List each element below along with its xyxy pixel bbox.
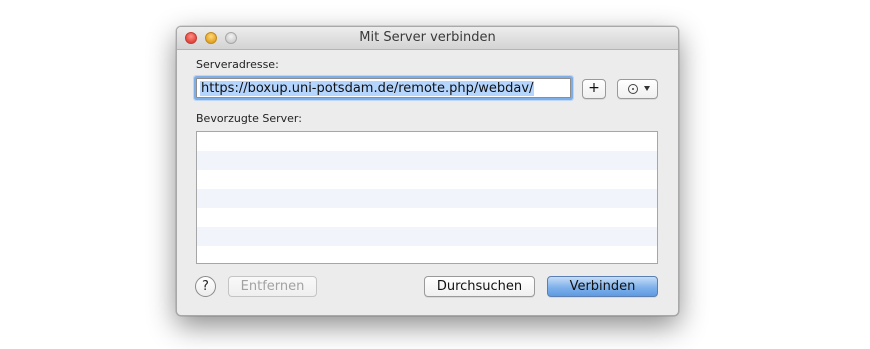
favorite-servers-label: Bevorzugte Server: [196,112,302,125]
list-row [197,208,657,227]
list-row [197,170,657,189]
server-address-input[interactable]: https://boxup.uni-potsdam.de/remote.php/… [196,78,571,98]
title-bar[interactable]: Mit Server verbinden [177,27,678,50]
list-row [197,246,657,263]
list-row [197,151,657,170]
connect-to-server-dialog: Mit Server verbinden Serveradresse: http… [176,26,679,316]
list-row [197,227,657,246]
window-title: Mit Server verbinden [359,30,496,45]
plus-icon: + [588,80,600,96]
connect-button[interactable]: Verbinden [547,276,658,297]
list-row [197,189,657,208]
help-button[interactable]: ? [195,276,216,297]
server-address-value: https://boxup.uni-potsdam.de/remote.php/… [200,81,535,96]
add-favorite-button[interactable]: + [582,79,606,99]
recent-servers-button[interactable] [617,79,658,99]
favorite-servers-list[interactable] [196,131,658,264]
remove-button[interactable]: Entfernen [228,276,317,297]
chevron-down-icon [644,86,650,91]
browse-button[interactable]: Durchsuchen [424,276,535,297]
list-row [197,132,657,151]
question-icon: ? [202,279,209,294]
server-address-label: Serveradresse: [196,58,279,71]
clock-icon [628,84,638,94]
